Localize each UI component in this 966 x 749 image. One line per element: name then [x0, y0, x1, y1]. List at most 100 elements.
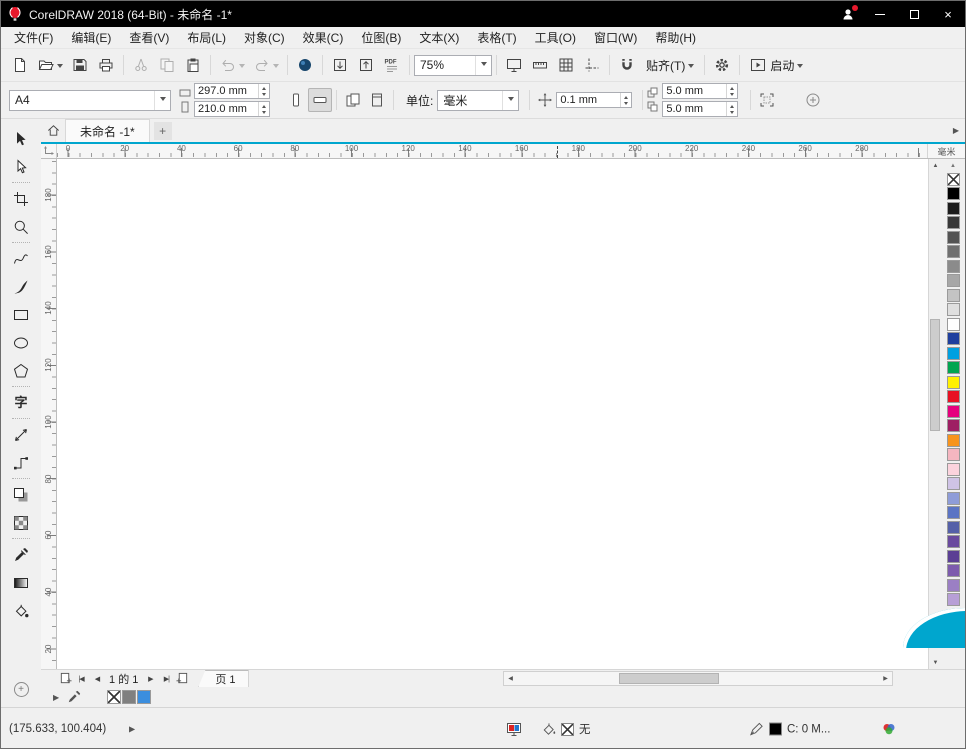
- scroll-left-button[interactable]: ◀: [504, 672, 517, 685]
- menu-item-6[interactable]: 效果(C): [294, 27, 353, 49]
- ellipse-tool[interactable]: [10, 333, 32, 352]
- palette-swatch[interactable]: [947, 405, 960, 418]
- units-combo[interactable]: 毫米: [437, 90, 519, 111]
- show-grid-button[interactable]: [553, 52, 579, 78]
- palette-swatch[interactable]: [947, 187, 960, 200]
- treat-as-filled-button[interactable]: [755, 88, 779, 112]
- palette-swatch[interactable]: [947, 347, 960, 360]
- menu-item-10[interactable]: 工具(O): [526, 27, 585, 49]
- first-page-button[interactable]: |◀: [73, 671, 89, 687]
- launch-dropdown[interactable]: 启动: [744, 52, 809, 78]
- vertical-scroll-thumb[interactable]: [930, 319, 940, 431]
- undo-button[interactable]: [215, 52, 249, 78]
- connector-tool[interactable]: [10, 453, 32, 472]
- menu-item-3[interactable]: 查看(V): [120, 27, 178, 49]
- palette-swatch[interactable]: [947, 463, 960, 476]
- pick-tool[interactable]: [10, 129, 32, 148]
- portrait-button[interactable]: [284, 88, 308, 112]
- freehand-tool[interactable]: [10, 249, 32, 268]
- palette-swatch[interactable]: [947, 216, 960, 229]
- drawing-canvas[interactable]: [57, 159, 928, 669]
- palette-swatch[interactable]: [947, 303, 960, 316]
- menu-item-7[interactable]: 位图(B): [352, 27, 410, 49]
- export-button[interactable]: [353, 52, 379, 78]
- palette-swatch[interactable]: [947, 274, 960, 287]
- quick-customize-button[interactable]: [801, 88, 825, 112]
- spinner-steppers[interactable]: [620, 93, 631, 107]
- outline-status[interactable]: C: 0 M...: [749, 722, 830, 737]
- artistic-media-tool[interactable]: [10, 277, 32, 296]
- all-pages-button[interactable]: [341, 88, 365, 112]
- page-tab[interactable]: 页 1: [198, 670, 248, 687]
- polygon-tool[interactable]: [10, 361, 32, 380]
- last-page-button[interactable]: ▶|: [158, 671, 174, 687]
- search-content-button[interactable]: [292, 52, 318, 78]
- ruler-origin-button[interactable]: [41, 144, 57, 158]
- snap-to-button[interactable]: [614, 52, 640, 78]
- spinner-steppers[interactable]: [726, 102, 737, 116]
- color-eyedropper-tool[interactable]: [10, 545, 32, 564]
- menu-item-1[interactable]: 文件(F): [5, 27, 62, 49]
- color-settings-indicator[interactable]: [881, 721, 897, 737]
- close-button[interactable]: ×: [931, 1, 965, 27]
- copy-button[interactable]: [154, 52, 180, 78]
- smart-fill-tool[interactable]: [10, 601, 32, 620]
- document-palette-swatch[interactable]: [107, 690, 121, 704]
- document-palette-expander[interactable]: ▶: [53, 693, 59, 702]
- palette-swatch[interactable]: [947, 361, 960, 374]
- document-tab[interactable]: 未命名 -1*: [65, 119, 150, 142]
- show-guidelines-button[interactable]: [579, 52, 605, 78]
- menu-item-8[interactable]: 文本(X): [410, 27, 468, 49]
- spinner-steppers[interactable]: [258, 84, 269, 98]
- palette-swatch[interactable]: [947, 579, 960, 592]
- cut-button[interactable]: [128, 52, 154, 78]
- tab-scroll-right-button[interactable]: ▶: [947, 119, 965, 142]
- palette-swatch[interactable]: [947, 231, 960, 244]
- palette-scroll-up-button[interactable]: ▲: [950, 161, 956, 171]
- snap-dropdown[interactable]: 贴齐(T): [640, 52, 700, 78]
- coordinates-expander[interactable]: ▶: [129, 725, 135, 734]
- palette-swatch[interactable]: [947, 492, 960, 505]
- zoom-level-combo[interactable]: 75%: [414, 55, 492, 76]
- spinner-steppers[interactable]: [726, 84, 737, 98]
- open-button[interactable]: [33, 52, 67, 78]
- text-tool[interactable]: 字: [10, 393, 32, 412]
- vertical-ruler[interactable]: 18016014012010080604020: [41, 159, 57, 669]
- combo-arrow[interactable]: [475, 56, 491, 75]
- palette-swatch[interactable]: [947, 202, 960, 215]
- print-button[interactable]: [93, 52, 119, 78]
- palette-swatch[interactable]: [947, 593, 960, 606]
- menu-item-9[interactable]: 表格(T): [468, 27, 525, 49]
- show-rulers-button[interactable]: [527, 52, 553, 78]
- palette-swatch[interactable]: [947, 506, 960, 519]
- sign-in-button[interactable]: [833, 1, 863, 27]
- palette-swatch[interactable]: [947, 318, 960, 331]
- menu-item-4[interactable]: 布局(L): [178, 27, 235, 49]
- parallel-dimension-tool[interactable]: [10, 425, 32, 444]
- welcome-home-button[interactable]: [41, 119, 65, 142]
- publish-pdf-button[interactable]: PDF: [379, 52, 405, 78]
- page-height-spinner[interactable]: 210.0 mm: [194, 101, 270, 117]
- palette-swatch[interactable]: [947, 390, 960, 403]
- minimize-button[interactable]: [863, 1, 897, 27]
- interactive-fill-tool[interactable]: [10, 573, 32, 592]
- current-page-button[interactable]: [365, 88, 389, 112]
- add-page-after-button[interactable]: [174, 671, 190, 687]
- zoom-tool[interactable]: [10, 217, 32, 236]
- save-button[interactable]: [67, 52, 93, 78]
- combo-arrow[interactable]: [502, 91, 518, 110]
- spinner-steppers[interactable]: [258, 102, 269, 116]
- maximize-button[interactable]: [897, 1, 931, 27]
- palette-swatch[interactable]: [947, 245, 960, 258]
- horizontal-ruler[interactable]: 020406080100120140160180200220240260280: [57, 144, 927, 158]
- scroll-right-button[interactable]: ▶: [879, 672, 892, 685]
- fill-status[interactable]: 无: [541, 721, 591, 737]
- next-page-button[interactable]: ▶: [142, 671, 158, 687]
- new-document-tab-button[interactable]: +: [154, 122, 172, 140]
- document-palette-swatch[interactable]: [137, 690, 151, 704]
- palette-swatch[interactable]: [947, 535, 960, 548]
- import-button[interactable]: [327, 52, 353, 78]
- crop-tool[interactable]: [10, 189, 32, 208]
- palette-swatch[interactable]: [947, 434, 960, 447]
- document-palette-eyedropper-button[interactable]: [67, 690, 81, 704]
